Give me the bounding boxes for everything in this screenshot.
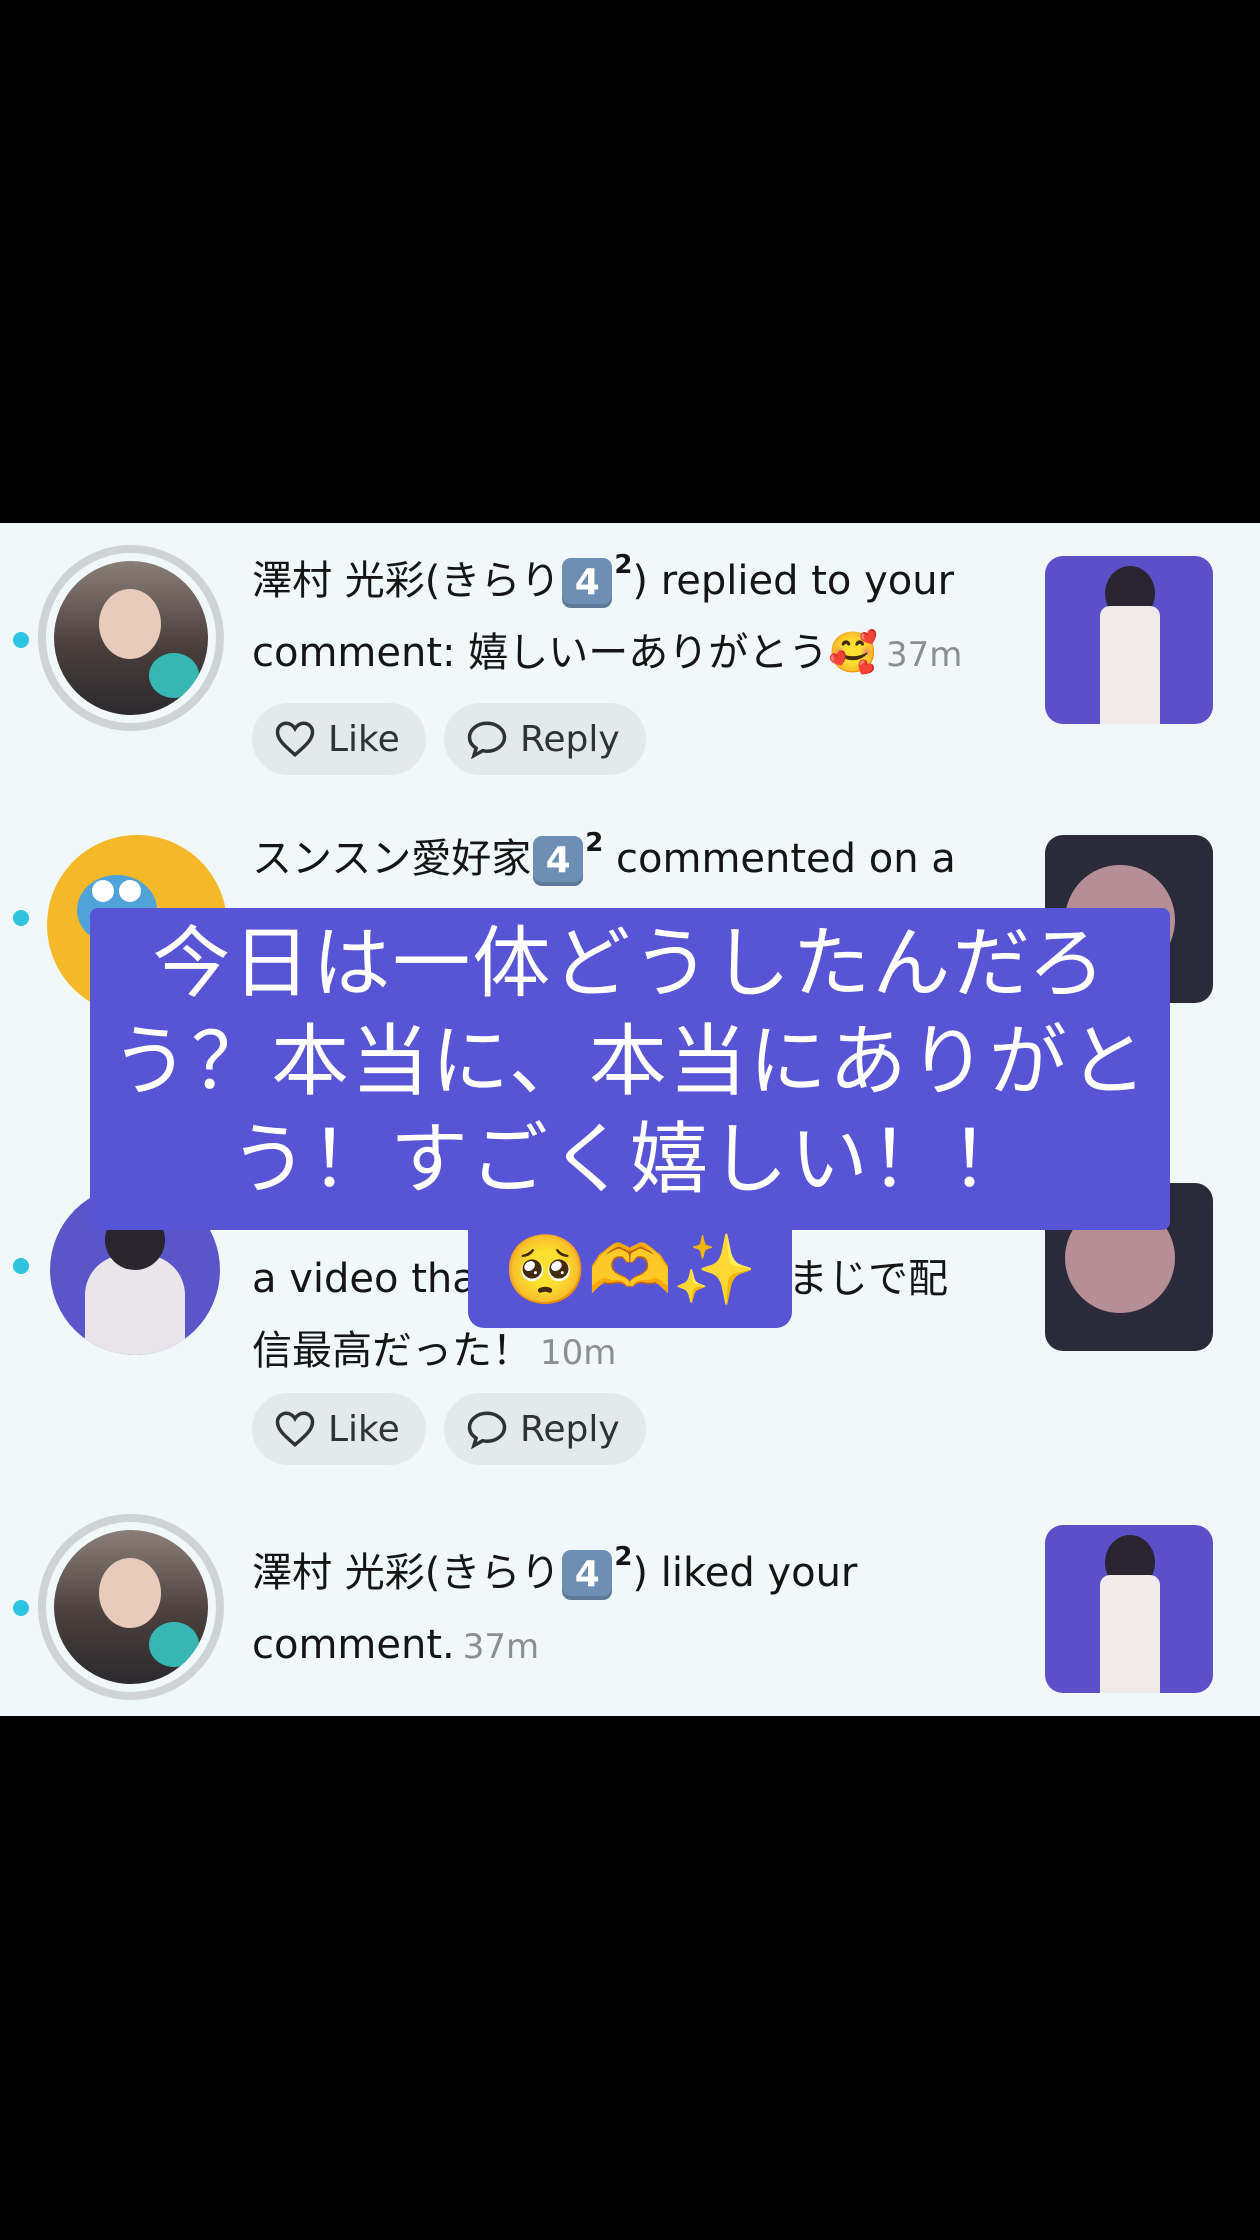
avatar-photo <box>85 1255 185 1355</box>
timestamp: 37m <box>462 1627 540 1667</box>
username[interactable]: 澤村 光彩(きらり <box>252 1550 560 1596</box>
reply-button[interactable]: Reply <box>444 703 646 775</box>
comment-text: a video tha <box>252 1256 477 1302</box>
notification-action: ) liked your <box>632 1550 858 1596</box>
speech-bubble-icon <box>467 721 507 759</box>
video-thumbnail[interactable] <box>1045 556 1213 724</box>
avatar-photo <box>54 561 208 715</box>
comment-text: comment: 嬉しいーありがとう🥰 <box>252 630 879 676</box>
like-button[interactable]: Like <box>252 703 426 775</box>
timestamp: 10m <box>540 1333 617 1373</box>
avatar[interactable] <box>38 1514 224 1700</box>
reply-button[interactable]: Reply <box>444 1393 646 1465</box>
caption-emoji: 🥺🫶✨ <box>502 1231 757 1310</box>
heart-icon <box>275 721 315 758</box>
like-label: Like <box>328 718 400 760</box>
speech-bubble-icon <box>467 1411 507 1449</box>
eye-icon <box>119 880 141 902</box>
timestamp: 37m <box>886 635 963 675</box>
unread-dot <box>13 910 29 926</box>
video-thumbnail[interactable] <box>1045 1525 1213 1693</box>
reply-label: Reply <box>520 718 620 760</box>
notification-text: 澤村 光彩(きらり 4 2) liked your comment. 37m <box>252 1537 992 1683</box>
badge-4-icon: 4 <box>533 836 584 886</box>
like-button[interactable]: Like <box>252 1393 426 1465</box>
notification-action: commented on a <box>603 836 956 882</box>
notification-text: 澤村 光彩(きらり 4 2) replied to your comment: 嬉し… <box>252 545 992 691</box>
comment-text: comment. <box>252 1622 455 1668</box>
badge-superscript: 2 <box>585 828 604 858</box>
notification-action: ) replied to your <box>632 558 955 604</box>
reply-label: Reply <box>520 1408 620 1450</box>
unread-dot <box>13 1258 29 1274</box>
caption-text: 今日は一体どうしたんだろう？本当に、本当にありがとう！すごく嬉しい！！ <box>111 919 1149 1205</box>
notification-text: スンスン愛好家 4 2 commented on a <box>252 823 992 895</box>
badge-superscript: 2 <box>614 1542 633 1572</box>
like-label: Like <box>328 1408 400 1450</box>
unread-dot <box>13 1600 29 1616</box>
eye-icon <box>92 880 114 902</box>
avatar[interactable] <box>38 545 224 731</box>
avatar-photo <box>54 1530 208 1684</box>
username[interactable]: 澤村 光彩(きらり <box>252 558 560 604</box>
badge-superscript: 2 <box>614 550 633 580</box>
badge-4-icon: 4 <box>562 1550 613 1600</box>
username[interactable]: スンスン愛好家 <box>252 836 531 882</box>
unread-dot <box>13 632 29 648</box>
badge-4-icon: 4 <box>562 558 613 608</box>
comment-text: 信最高だった！ <box>252 1328 532 1374</box>
heart-icon <box>275 1411 315 1448</box>
